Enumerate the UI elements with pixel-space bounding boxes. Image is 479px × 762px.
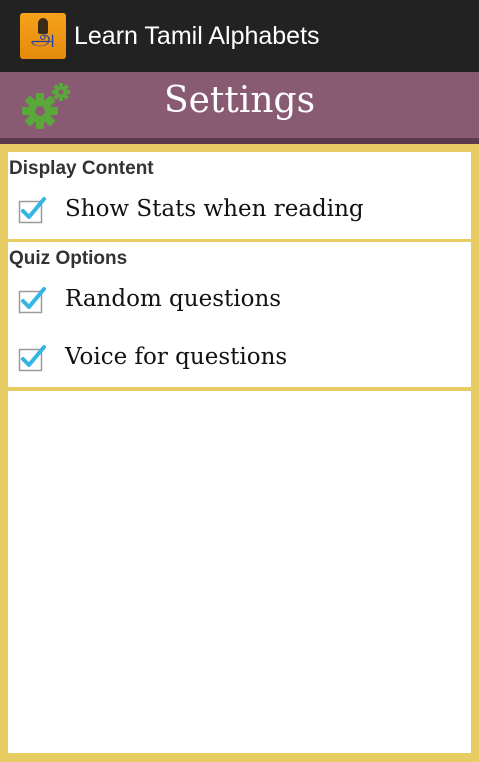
app-title: Learn Tamil Alphabets: [74, 21, 320, 50]
category-title: Quiz Options: [9, 248, 128, 269]
page-title: Settings: [163, 80, 316, 121]
empty-list-area: [8, 391, 471, 753]
pref-voice-for-questions[interactable]: Voice for questions: [8, 334, 471, 384]
checkbox-checked-icon[interactable]: [18, 344, 46, 372]
pref-show-stats[interactable]: Show Stats when reading: [8, 186, 471, 236]
checkbox-checked-icon[interactable]: [18, 286, 46, 314]
app-logo-icon[interactable]: அ: [20, 13, 66, 59]
checkbox-checked-icon[interactable]: [18, 196, 46, 224]
category-title: Display Content: [9, 158, 154, 179]
action-bar: அ Learn Tamil Alphabets: [0, 0, 479, 72]
pref-label: Show Stats when reading: [65, 196, 364, 222]
section-quiz-options: Quiz Options Random questions Voice for …: [8, 242, 471, 387]
pref-label: Random questions: [65, 286, 282, 312]
pref-random-questions[interactable]: Random questions: [8, 276, 471, 326]
pref-label: Voice for questions: [65, 344, 288, 370]
app-logo-figure: [38, 18, 48, 34]
preferences-frame: Display Content Show Stats when reading …: [0, 144, 479, 762]
section-display-content: Display Content Show Stats when reading: [8, 152, 471, 239]
settings-header: Settings: [0, 72, 479, 144]
